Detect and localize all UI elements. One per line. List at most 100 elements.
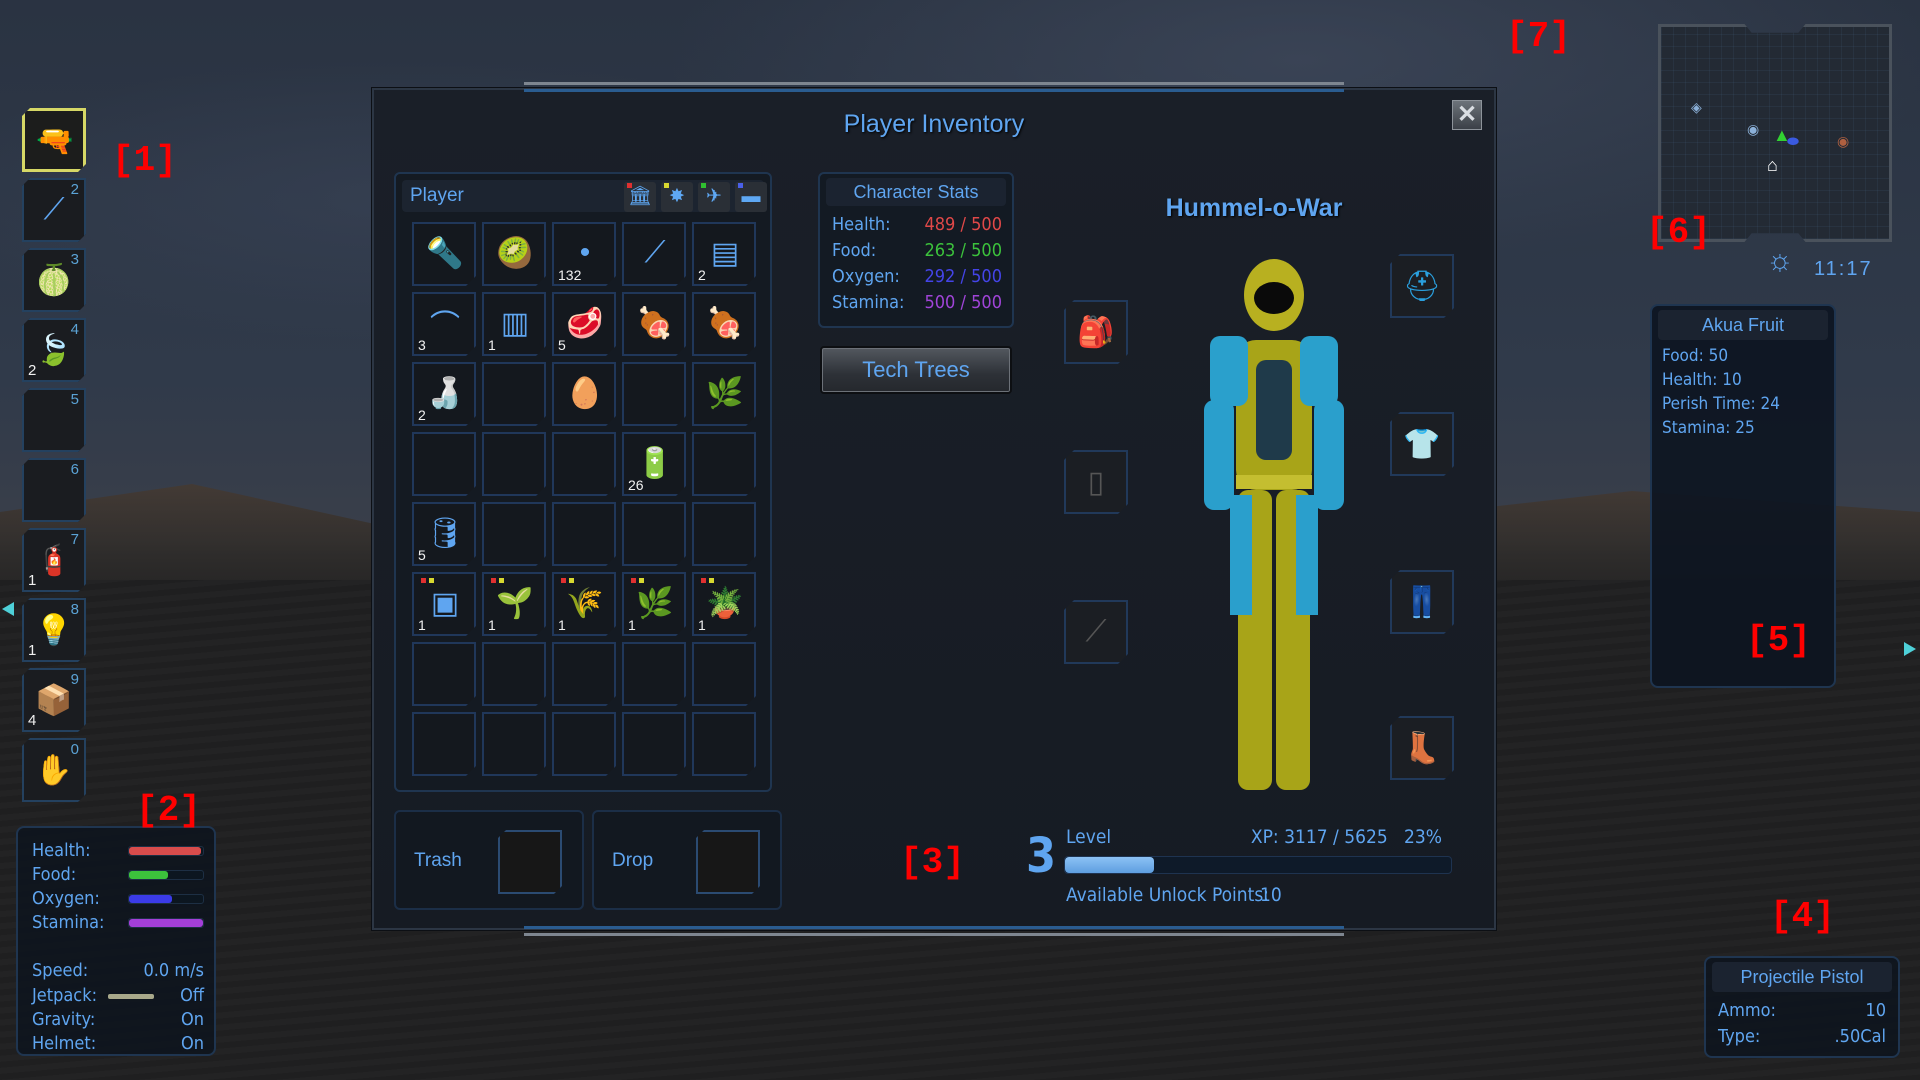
hotbar-slot-0[interactable]: ✋ 0 [22,738,86,802]
inventory-slot[interactable]: 🍶 2 [412,362,476,426]
inventory-slot[interactable]: ▥ 1 [482,292,546,356]
hotbar-slot-4[interactable]: 🍃 4 2 [22,318,86,382]
inventory-slot[interactable]: 🔋 26 [622,432,686,496]
inventory-slot[interactable] [692,712,756,776]
armor-module-slot-icon[interactable]: ▯ [1064,450,1128,514]
hotbar-slot-2[interactable]: ⟋ 2 [22,178,86,242]
tab-indicator-dot [738,183,743,188]
item-info-line: Health: 10 [1662,370,1742,390]
ammo-type-row: Type: .50Cal [1718,1026,1886,1047]
helmet-slot-icon[interactable]: ⛑ [1390,254,1454,318]
inventory-slot[interactable]: 🌿 1 [622,572,686,636]
status-bar [128,870,204,880]
hotbar-slot-7[interactable]: 🧯 7 1 [22,528,86,592]
inventory-slot[interactable] [692,502,756,566]
inventory-slot[interactable] [482,642,546,706]
inventory-slot[interactable] [482,362,546,426]
inventory-slot[interactable]: 🛢 5 [412,502,476,566]
ammo-type-value: .50Cal [1834,1026,1886,1047]
inventory-slot[interactable] [622,502,686,566]
hotbar-key-number: 2 [70,181,79,198]
inventory-slot[interactable]: 🌱 1 [482,572,546,636]
inventory-slot[interactable]: ▤ 2 [692,222,756,286]
inventory-slot[interactable] [412,642,476,706]
inventory-slot[interactable] [622,642,686,706]
gas-cylinder-icon: 🛢 [425,516,465,550]
inventory-slot[interactable]: 🌾 1 [552,572,616,636]
inventory-slot[interactable]: 🥝 [482,222,546,286]
inventory-slot[interactable] [412,432,476,496]
oxygen-tank-slot-icon[interactable]: ⟋ [1064,600,1128,664]
inventory-slot[interactable]: 🥚 [552,362,616,426]
inventory-slot[interactable]: 🔦 [412,222,476,286]
speed-value: 0.0 m/s [143,960,204,981]
armor-plate-icon: ▤ [710,236,740,270]
capital-ship-icon-glyph: ▬ [741,186,761,207]
hotbar-slot-1[interactable]: 🔫 [22,108,86,172]
base-icon[interactable]: 🏛 [624,182,656,212]
inventory-slot[interactable]: ⌒ 3 [412,292,476,356]
hotbar-slot-8[interactable]: 💡 8 1 [22,598,86,662]
inventory-slot[interactable] [482,712,546,776]
legs-slot-icon[interactable]: 👖 [1390,570,1454,634]
drop-slot[interactable] [696,830,760,894]
inventory-slot[interactable]: 🥩 5 [552,292,616,356]
tech-trees-button[interactable]: Tech Trees [820,346,1012,394]
trash-label: Trash [414,850,462,871]
space-station-icon[interactable]: ✸ [661,182,693,212]
rifle-icon: ⟋ [644,236,666,269]
bone-icon: ⌒ [430,310,460,343]
inventory-slot[interactable] [482,502,546,566]
trash-slot[interactable] [498,830,562,894]
minimap[interactable]: ◈ ◉ ▲ ⬬ ◉ ⌂ [1658,24,1892,242]
item-quantity: 2 [698,267,706,283]
character-stats-panel: Character Stats Health: 489 / 500 Food: 263… [818,172,1014,328]
backpack-slot-icon[interactable]: 🎒 [1064,300,1128,364]
weapon-info-panel: Projectile Pistol Ammo: 10 Type: .50Cal [1704,956,1900,1058]
minimap-poi-icon: ◉ [1837,133,1850,149]
plant-icon: 🌿 [636,586,674,620]
hotbar-key-number: 5 [70,391,79,408]
inventory-slot[interactable]: 🍖 [692,292,756,356]
boots-slot-icon[interactable]: 👢 [1390,716,1454,780]
item-quantity: 4 [28,712,37,729]
home-base-icon: ⌂ [1767,155,1778,175]
inventory-slot[interactable] [622,712,686,776]
capital-ship-icon[interactable]: ▬ [735,182,767,212]
hotbar-slot-6[interactable]: 6 [22,458,86,522]
inventory-slot[interactable] [412,712,476,776]
chest-slot-icon[interactable]: 👕 [1390,412,1454,476]
character-belt [1236,475,1312,489]
status-label: Food: [32,864,77,885]
inventory-slot[interactable]: 🌿 [692,362,756,426]
inventory-slot[interactable]: ⟋ [622,222,686,286]
character-right-arm [1314,400,1344,510]
annotation-marker-5: [5] [1746,620,1811,661]
character-visor [1254,282,1294,314]
inventory-slot[interactable] [692,432,756,496]
hotbar-slot-9[interactable]: 📦 9 4 [22,668,86,732]
panel-expand-arrow-icon[interactable] [1904,642,1916,656]
inventory-slot[interactable] [552,432,616,496]
inventory-slot[interactable]: 🪴 1 [692,572,756,636]
inventory-slot[interactable]: ▣ 1 [412,572,476,636]
hotbar-key-number: 9 [70,671,79,688]
tab-indicator-dot [701,183,706,188]
item-info-title: Akua Fruit [1658,310,1828,340]
ammo-value: 10 [1865,1000,1886,1021]
inventory-slot[interactable] [692,642,756,706]
inventory-slot[interactable] [482,432,546,496]
inventory-slot[interactable] [552,712,616,776]
hotbar-slot-5[interactable]: 5 [22,388,86,452]
inventory-slot[interactable] [622,362,686,426]
hotbar-slot-3[interactable]: 🍈 3 [22,248,86,312]
item-quantity: 1 [28,572,37,589]
small-ship-icon[interactable]: ✈ [698,182,730,212]
inventory-slot[interactable]: • 132 [552,222,616,286]
hand-icon: ✋ [35,753,73,787]
inventory-slot[interactable]: 🍖 [622,292,686,356]
inventory-slot[interactable] [552,642,616,706]
inventory-slot[interactable] [552,502,616,566]
close-button[interactable]: ✕ [1452,100,1482,130]
weapon-title: Projectile Pistol [1712,962,1892,992]
